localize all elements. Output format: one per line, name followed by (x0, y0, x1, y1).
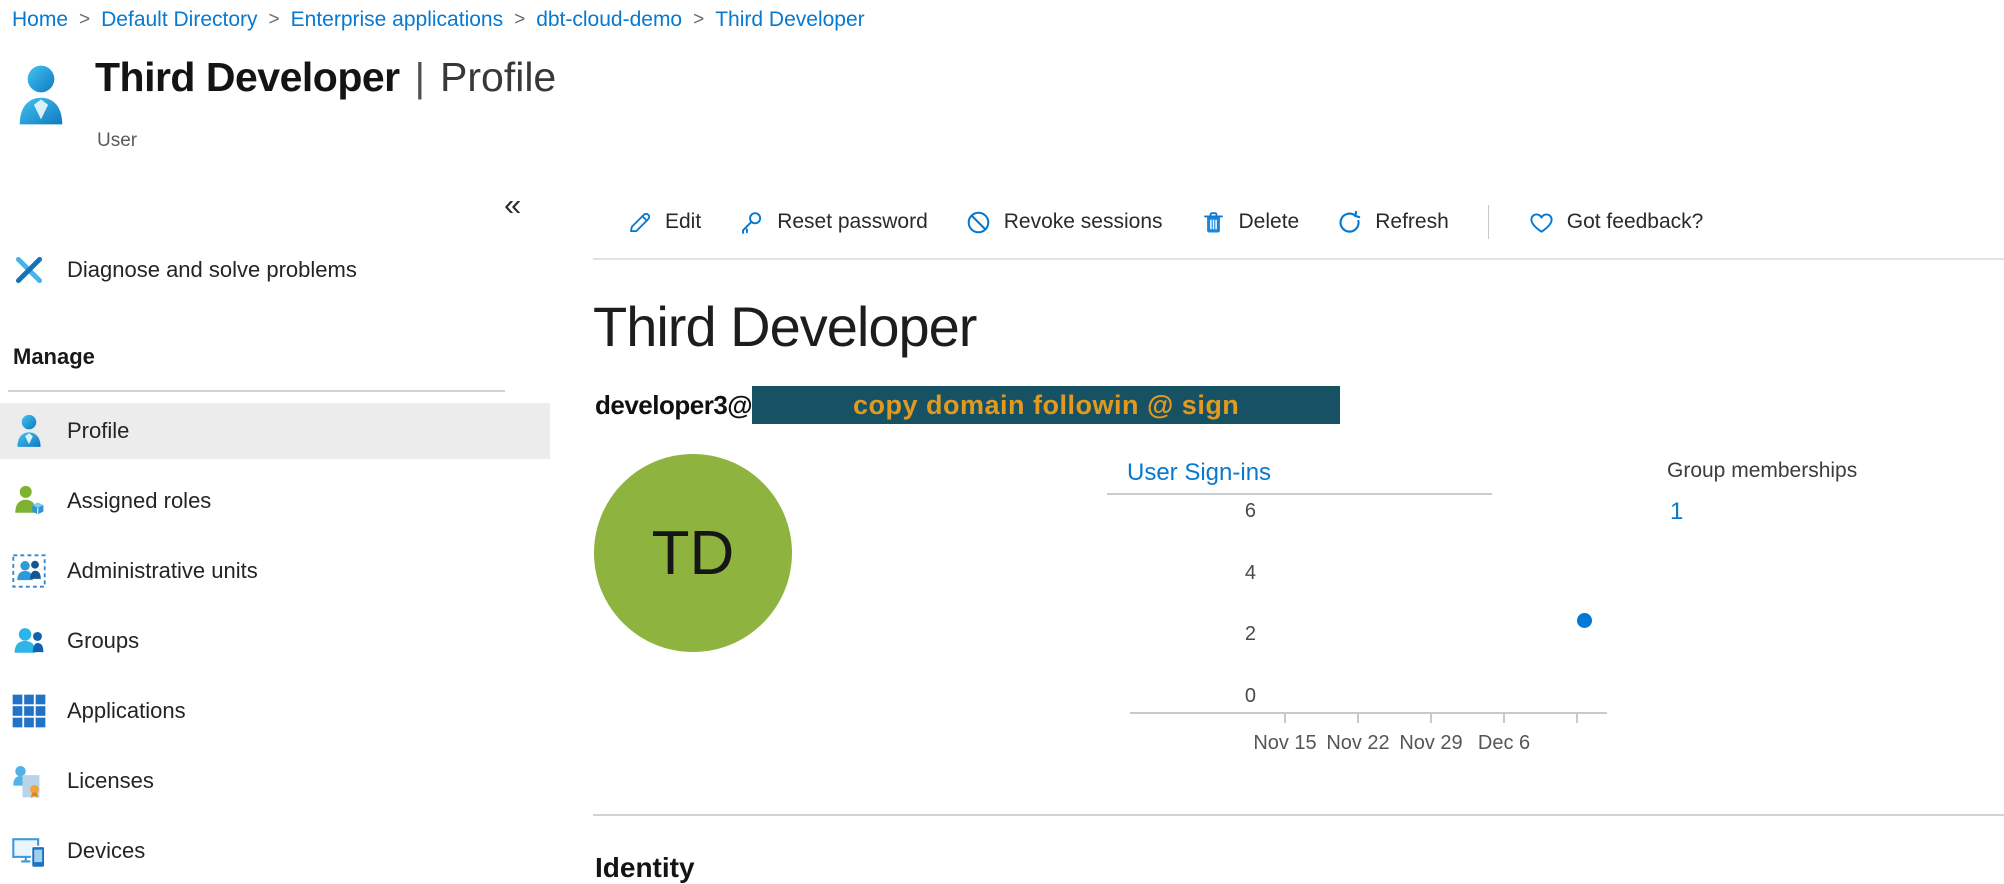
toolbar-refresh-button[interactable]: Refresh (1336, 209, 1449, 236)
chart-y-tick-label: 6 (1156, 500, 1256, 523)
block-icon (965, 209, 992, 236)
administrative-units-icon (12, 554, 46, 588)
chart-y-tick-label: 4 (1156, 562, 1256, 585)
toolbar-button-label: Edit (665, 210, 701, 234)
breadcrumb-item-default-directory[interactable]: Default Directory (101, 8, 257, 32)
sidebar-item-licenses[interactable]: Licenses (0, 753, 550, 809)
toolbar-got-feedback-button[interactable]: Got feedback? (1528, 209, 1704, 236)
breadcrumb-item-third-developer[interactable]: Third Developer (715, 8, 864, 32)
refresh-icon (1336, 209, 1363, 236)
group-memberships-value[interactable]: 1 (1670, 498, 1683, 526)
page-view-label: Profile (440, 54, 556, 101)
chart-x-tick (1284, 713, 1286, 723)
heart-icon (1528, 209, 1555, 236)
chart-y-tick-label: 0 (1156, 685, 1256, 708)
breadcrumb: Home > Default Directory > Enterprise applic… (12, 8, 865, 32)
upn-prefix: developer3@ (595, 390, 752, 421)
breadcrumb-separator: > (693, 9, 704, 31)
chart-x-tick-label: Dec 6 (1454, 732, 1554, 755)
breadcrumb-item-home[interactable]: Home (12, 8, 68, 32)
avatar: TD (594, 454, 792, 652)
entity-type-label: User (97, 130, 137, 152)
chart-y-tick-label: 2 (1156, 623, 1256, 646)
sidebar-item-label: Groups (67, 628, 139, 654)
assigned-roles-icon (12, 484, 46, 518)
command-bar: Edit Reset password Revoke sessions Dele… (593, 196, 1703, 248)
sidebar-item-label: Diagnose and solve problems (67, 257, 357, 283)
toolbar-edit-button[interactable]: Edit (626, 209, 701, 236)
toolbar-revoke-sessions-button[interactable]: Revoke sessions (965, 209, 1163, 236)
breadcrumb-item-dbt-cloud-demo[interactable]: dbt-cloud-demo (536, 8, 682, 32)
sidebar-item-label: Assigned roles (67, 488, 211, 514)
sidebar-item-groups[interactable]: Groups (0, 613, 550, 669)
user-display-name: Third Developer (593, 294, 976, 359)
toolbar-button-label: Refresh (1375, 210, 1449, 234)
licenses-icon (12, 764, 46, 798)
sidebar-item-assigned-roles[interactable]: Assigned roles (0, 473, 550, 529)
devices-icon (12, 834, 46, 868)
identity-section-heading: Identity (595, 852, 695, 884)
chart-data-point[interactable] (1577, 613, 1592, 628)
sidebar-section-divider (8, 390, 505, 392)
user-icon (12, 414, 46, 448)
sidebar-item-label: Devices (67, 838, 145, 864)
breadcrumb-separator: > (269, 9, 280, 31)
redaction-overlay: copy domain followin @ sign (752, 386, 1340, 424)
group-memberships-label: Group memberships (1667, 459, 1857, 483)
sidebar-collapse-button[interactable]: « (498, 186, 527, 224)
chart-title-divider (1107, 493, 1492, 495)
page-title: Third Developer (95, 54, 400, 101)
sidebar-item-diagnose-and-solve-problems[interactable]: Diagnose and solve problems (0, 242, 550, 298)
toolbar-button-label: Reset password (777, 210, 928, 234)
groups-icon (12, 624, 46, 658)
breadcrumb-item-enterprise-applications[interactable]: Enterprise applications (291, 8, 503, 32)
sidebar-item-devices[interactable]: Devices (0, 823, 550, 879)
user-signins-chart-title[interactable]: User Sign-ins (1127, 459, 1271, 487)
chart-x-tick (1503, 713, 1505, 723)
sidebar-item-label: Administrative units (67, 558, 258, 584)
toolbar-button-label: Got feedback? (1567, 210, 1704, 234)
chart-x-tick (1357, 713, 1359, 723)
chart-x-axis (1130, 712, 1607, 714)
sidebar-item-administrative-units[interactable]: Administrative units (0, 543, 550, 599)
azure-user-profile-page: Home > Default Directory > Enterprise applic… (0, 0, 2004, 884)
user-principal-name-row: developer3@ copy domain followin @ sign (595, 386, 1340, 424)
toolbar-divider (1488, 205, 1489, 239)
title-separator: | (415, 56, 425, 101)
key-icon (738, 209, 765, 236)
sidebar-manage-section: Profile Assigned roles Administrative un… (0, 403, 550, 884)
toolbar-reset-password-button[interactable]: Reset password (738, 209, 928, 236)
trash-icon (1200, 209, 1227, 236)
toolbar-button-label: Revoke sessions (1004, 210, 1163, 234)
chart-x-tick (1576, 713, 1578, 723)
chart-x-tick (1430, 713, 1432, 723)
toolbar-button-label: Delete (1239, 210, 1300, 234)
pencil-icon (626, 209, 653, 236)
sidebar-section-label: Manage (13, 344, 95, 370)
breadcrumb-separator: > (514, 9, 525, 31)
sidebar-item-label: Licenses (67, 768, 154, 794)
sidebar-top-section: Diagnose and solve problems (0, 242, 550, 312)
section-divider (593, 814, 2004, 816)
page-header: Third Developer | Profile (95, 54, 556, 101)
sidebar-item-applications[interactable]: Applications (0, 683, 550, 739)
toolbar-delete-button[interactable]: Delete (1200, 209, 1300, 236)
command-bar-divider (593, 258, 2004, 260)
sidebar-item-profile[interactable]: Profile (0, 403, 550, 459)
applications-grid-icon (12, 694, 46, 728)
sidebar-item-label: Profile (67, 418, 129, 444)
diagnose-tools-icon (12, 253, 46, 287)
breadcrumb-separator: > (79, 9, 90, 31)
sidebar-item-label: Applications (67, 698, 186, 724)
user-avatar-icon (16, 64, 66, 132)
